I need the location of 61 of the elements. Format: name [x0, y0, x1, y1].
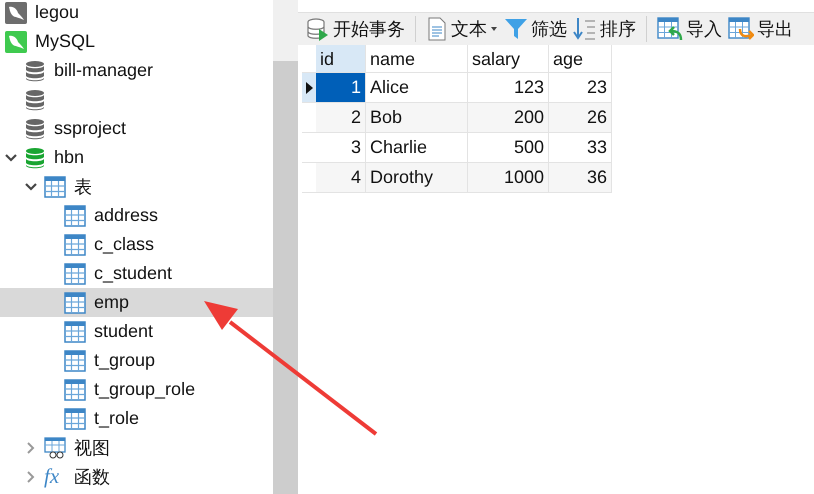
table-cell: Dorothy	[366, 163, 468, 193]
table-cell: Charlie	[366, 133, 468, 163]
table-cell: 23	[549, 73, 612, 103]
column-header[interactable]: age	[549, 45, 612, 73]
table-icon	[64, 292, 86, 314]
tree-item[interactable]: c_student	[0, 259, 273, 288]
table-icon	[64, 204, 86, 226]
toolbar-button[interactable]: 文本	[424, 17, 500, 41]
view-table-icon	[44, 436, 66, 458]
row-indicator[interactable]	[302, 73, 316, 103]
tree-item[interactable]: address	[0, 201, 273, 230]
table-icon	[64, 234, 86, 256]
toolbar-button[interactable]: 开始事务	[304, 17, 407, 41]
table-cell: 200	[468, 103, 549, 133]
tree-item[interactable]: t_role	[0, 404, 273, 433]
table-cell: 1	[316, 73, 366, 103]
table-cell: 123	[468, 73, 549, 103]
tree-item-label[interactable]: MySQL	[35, 31, 96, 52]
document-icon	[426, 17, 448, 41]
column-header[interactable]: id	[316, 45, 366, 73]
toolbar-button[interactable]: 导出	[726, 17, 795, 41]
tree-item[interactable]: c_class	[0, 230, 273, 259]
tree-item-label[interactable]: bill-manager	[54, 60, 154, 81]
toolbar-button[interactable]: 排序	[571, 17, 638, 41]
toolbar-button[interactable]: 导入	[655, 17, 724, 41]
tree-item[interactable]: t_group_role	[0, 375, 273, 404]
tree-item-label[interactable]: legou	[35, 2, 80, 23]
tree-item[interactable]: emp	[0, 288, 273, 317]
function-icon: fx	[44, 464, 66, 489]
table-icon	[64, 408, 86, 430]
table-import-icon	[657, 17, 683, 41]
sort-icon	[573, 17, 597, 41]
table-icon	[64, 262, 86, 284]
tree-item-label[interactable]: ssproject	[54, 118, 126, 139]
table-icon	[64, 378, 86, 400]
table-cell: 3	[316, 133, 366, 163]
current-row-icon	[306, 82, 312, 94]
table-cell: 2	[316, 103, 366, 133]
table-export-icon	[728, 17, 754, 41]
toolbar-button[interactable]: 筛选	[502, 17, 569, 41]
table-cell: 1000	[468, 163, 549, 193]
tree-item[interactable]: t_group	[0, 346, 273, 375]
table-icon	[44, 176, 66, 198]
table-cell: 33	[549, 133, 612, 163]
tree-item-label[interactable]: hbn	[54, 147, 84, 168]
database-play-icon	[306, 17, 330, 41]
table-icon	[64, 350, 86, 372]
table-cell: Alice	[366, 73, 468, 103]
table-icon	[64, 320, 86, 342]
tree-item-label[interactable]: 函数	[74, 464, 110, 488]
table-cell: 26	[549, 103, 612, 133]
table-cell: 500	[468, 133, 549, 163]
table-cell: Bob	[366, 103, 468, 133]
column-header[interactable]: salary	[468, 45, 549, 73]
tree-item-label[interactable]: 视图	[74, 436, 110, 460]
tree-item[interactable]: student	[0, 317, 273, 346]
filter-icon	[504, 17, 528, 41]
table-cell: 4	[316, 163, 366, 193]
tree-item-label[interactable]: 表	[74, 174, 92, 198]
table-cell: 36	[549, 163, 612, 193]
column-header[interactable]: name	[366, 45, 468, 73]
